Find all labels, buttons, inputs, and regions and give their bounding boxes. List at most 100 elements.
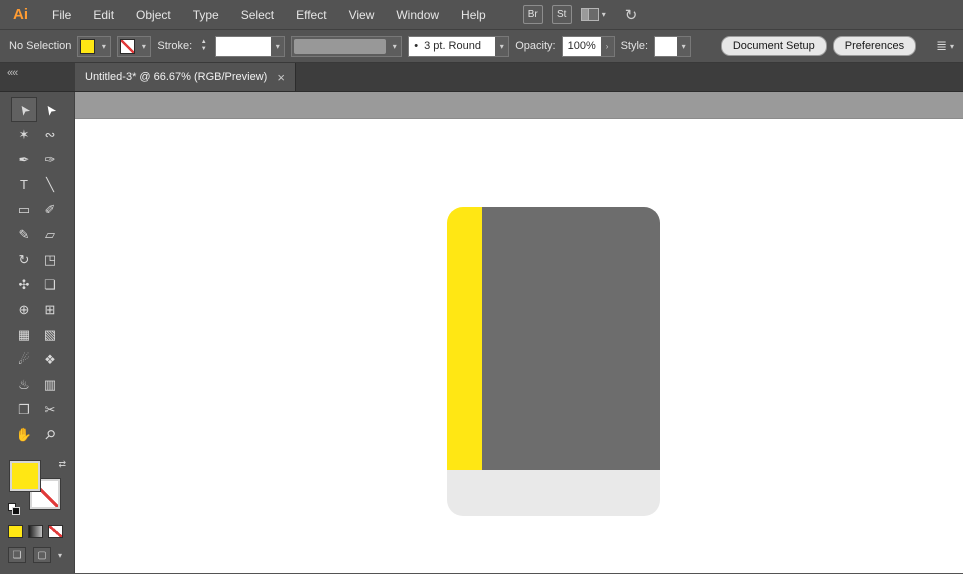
rotate-tool-icon: ↻: [18, 251, 30, 267]
stroke-width-field[interactable]: [216, 36, 272, 56]
book-artwork[interactable]: [447, 207, 660, 516]
selection-tool[interactable]: ➤: [11, 97, 37, 122]
style-dropdown[interactable]: ▾: [654, 35, 692, 57]
stroke-width-combo[interactable]: ▾: [215, 35, 286, 57]
opacity-input[interactable]: [562, 36, 601, 56]
shape-builder-tool[interactable]: ⊕: [11, 297, 37, 322]
magic-wand-tool-icon: ✶: [18, 126, 30, 142]
menu-select[interactable]: Select: [230, 8, 285, 22]
align-dropdown[interactable]: ≣ ▾: [936, 38, 954, 54]
menu-file[interactable]: File: [41, 8, 82, 22]
fill-indicator[interactable]: [10, 461, 40, 491]
rotate-tool[interactable]: ↻: [11, 247, 37, 272]
workspace-switcher[interactable]: ▾: [580, 8, 606, 21]
book-spine-shape[interactable]: [447, 207, 482, 470]
selection-tool-icon: ➤: [14, 101, 33, 119]
selection-status-label: No Selection: [9, 40, 72, 52]
pasteboard[interactable]: [75, 92, 963, 119]
swap-fill-stroke-icon[interactable]: ⇄: [58, 459, 66, 470]
menu-effect[interactable]: Effect: [285, 8, 337, 22]
lasso-tool[interactable]: ∾: [37, 122, 63, 147]
pen-tool[interactable]: ✒: [11, 147, 37, 172]
canvas[interactable]: [75, 92, 963, 573]
close-icon[interactable]: ×: [277, 71, 285, 84]
document-setup-button[interactable]: Document Setup: [720, 36, 827, 56]
stroke-color-dropdown[interactable]: ▾: [117, 35, 152, 57]
drawing-mode-buttons: ❏ ▢ ▾: [0, 538, 74, 563]
direct-selection-tool[interactable]: ➤: [37, 97, 63, 122]
perspective-grid-tool[interactable]: ⊞: [37, 297, 63, 322]
paintbrush-tool[interactable]: ✐: [37, 197, 63, 222]
artboard-tool[interactable]: ❐: [11, 397, 37, 422]
variable-width-profile-dropdown[interactable]: ▾: [291, 35, 403, 57]
slice-tool[interactable]: ✂: [37, 397, 63, 422]
pencil-tool[interactable]: ✎: [11, 222, 37, 247]
menu-view[interactable]: View: [338, 8, 386, 22]
width-tool[interactable]: ✣: [11, 272, 37, 297]
menu-type[interactable]: Type: [182, 8, 230, 22]
fill-color-dropdown[interactable]: ▾: [77, 35, 112, 57]
eraser-tool[interactable]: ▱: [37, 222, 63, 247]
eyedropper-tool[interactable]: ☄: [11, 347, 37, 372]
sync-settings-icon[interactable]: ↻: [625, 6, 638, 24]
symbol-sprayer-tool[interactable]: ♨: [11, 372, 37, 397]
blend-tool[interactable]: ❖: [37, 347, 63, 372]
brush-definition-dropdown[interactable]: • 3 pt. Round ▾: [408, 35, 510, 57]
rectangle-tool[interactable]: ▭: [11, 197, 37, 222]
workspace-icon: [580, 8, 599, 21]
stroke-width-stepper[interactable]: ▲ ▼: [198, 39, 209, 53]
free-transform-tool[interactable]: ❏: [37, 272, 63, 297]
line-segment-tool-icon: ╲: [46, 176, 54, 192]
bridge-button[interactable]: Br: [522, 5, 543, 24]
align-icon: ≣: [936, 38, 947, 53]
document-tab-title: Untitled-3* @ 66.67% (RGB/Preview): [85, 71, 268, 83]
lasso-tool-icon: ∾: [44, 126, 56, 142]
pencil-tool-icon: ✎: [18, 226, 30, 242]
draw-normal-mode-button[interactable]: ❏: [8, 547, 26, 563]
type-tool[interactable]: T: [11, 172, 37, 197]
eraser-tool-icon: ▱: [45, 226, 55, 242]
curvature-tool[interactable]: ✑: [37, 147, 63, 172]
type-tool-icon: T: [20, 177, 28, 192]
gradient-button[interactable]: [28, 525, 43, 538]
collapse-panel-button[interactable]: ««: [7, 67, 18, 79]
stroke-none-swatch: [120, 38, 136, 54]
mesh-tool[interactable]: ▦: [11, 322, 37, 347]
zoom-tool[interactable]: ⚲: [37, 422, 63, 447]
column-graph-tool-icon: ▥: [43, 376, 57, 392]
menu-object[interactable]: Object: [125, 8, 182, 22]
menu-window[interactable]: Window: [385, 8, 450, 22]
column-graph-tool[interactable]: ▥: [37, 372, 63, 397]
book-pages-shape[interactable]: [447, 470, 660, 516]
chevron-down-icon: ▾: [601, 10, 606, 19]
pen-tool-icon: ✒: [18, 151, 30, 167]
magic-wand-tool[interactable]: ✶: [11, 122, 37, 147]
line-segment-tool[interactable]: ╲: [37, 172, 63, 197]
menu-edit[interactable]: Edit: [82, 8, 125, 22]
document-tab[interactable]: Untitled-3* @ 66.67% (RGB/Preview) ×: [75, 63, 296, 91]
default-fill-stroke-icon[interactable]: [8, 503, 20, 515]
opacity-combo[interactable]: ›: [561, 35, 615, 57]
document-tab-bar: «« Untitled-3* @ 66.67% (RGB/Preview) ×: [0, 63, 963, 92]
preferences-button[interactable]: Preferences: [832, 36, 917, 56]
hand-tool[interactable]: ✋: [11, 422, 37, 447]
fill-stroke-indicator: ⇄: [8, 459, 66, 515]
book-cover-shape[interactable]: [482, 207, 660, 470]
free-transform-tool-icon: ❏: [44, 276, 56, 292]
scale-tool-icon: ◳: [43, 251, 57, 267]
scale-tool[interactable]: ◳: [37, 247, 63, 272]
brush-dot-icon: •: [414, 40, 419, 52]
control-bar: No Selection ▾ ▾ Stroke: ▲ ▼ ▾ ▾ • 3 pt.…: [0, 30, 963, 63]
stock-button[interactable]: St: [551, 5, 572, 24]
screen-mode-button[interactable]: ▢: [33, 547, 51, 563]
gradient-tool[interactable]: ▧: [37, 322, 63, 347]
perspective-grid-tool-icon: ⊞: [44, 301, 56, 317]
stepper-down-icon: ▼: [200, 46, 207, 52]
fill-color-swatch: [80, 38, 96, 54]
paintbrush-tool-icon: ✐: [44, 201, 56, 217]
color-button[interactable]: [8, 525, 23, 538]
menu-help[interactable]: Help: [450, 8, 497, 22]
none-button[interactable]: [48, 525, 63, 538]
chevron-down-icon[interactable]: ▾: [58, 551, 62, 560]
width-profile-preview: [294, 38, 387, 54]
